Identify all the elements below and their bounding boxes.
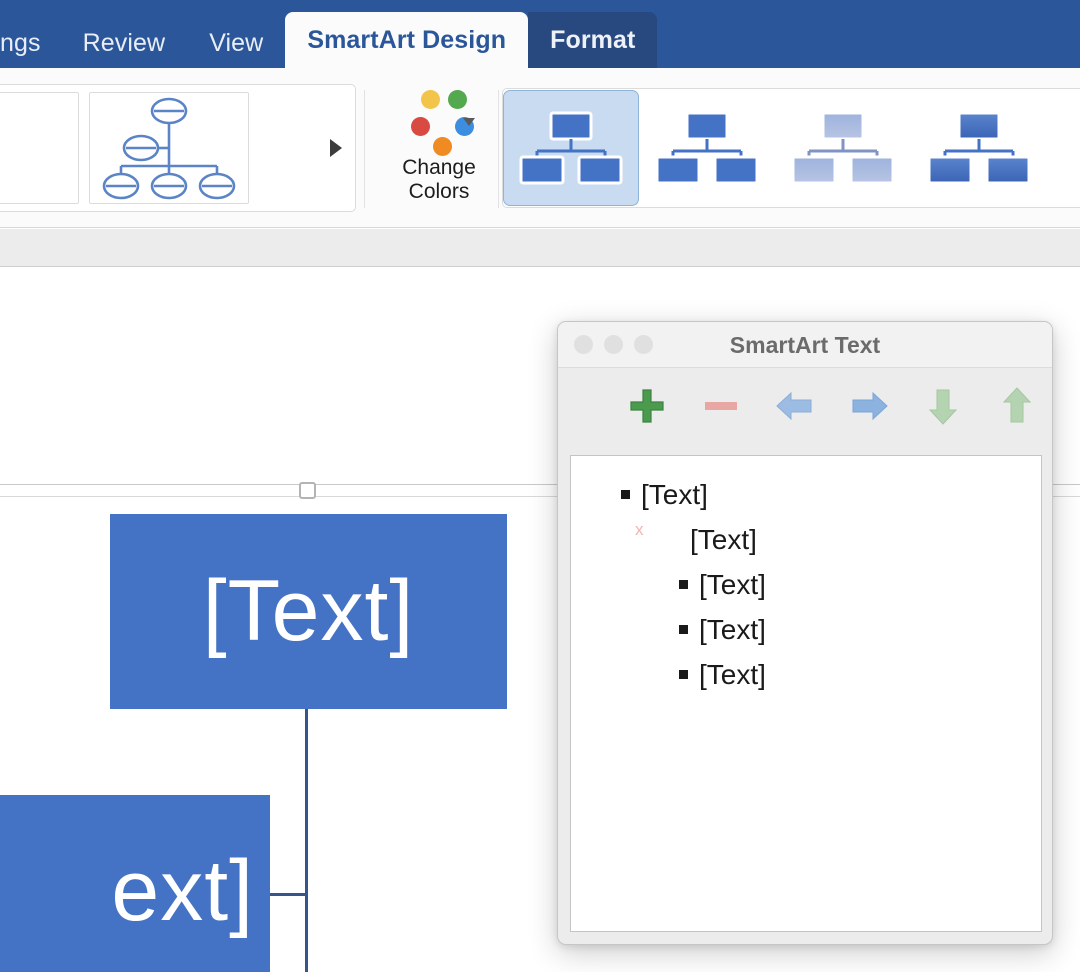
smartart-node-child-label: ext] (111, 843, 254, 939)
layouts-gallery-more-icon[interactable] (325, 137, 347, 159)
panel-toolbar (558, 368, 1052, 444)
hierarchy-layout-icon (0, 98, 74, 198)
layout-thumb-circle-org-chart[interactable] (89, 92, 249, 204)
close-button[interactable] (574, 335, 593, 354)
change-colors-label-line2: Colors (408, 179, 470, 203)
arrow-up-icon (1002, 387, 1032, 423)
arrow-left-icon (776, 391, 812, 421)
caret-down-icon[interactable] (463, 118, 475, 126)
smartart-connector-horizontal (268, 893, 308, 896)
change-colors-button[interactable]: Change Colors (380, 86, 498, 212)
tab-smartart-design[interactable]: SmartArt Design (285, 12, 529, 68)
smartart-connector-vertical (305, 709, 308, 972)
arrow-down-icon (928, 389, 958, 425)
smartart-style-thumb-icon (655, 111, 759, 185)
bullet-icon (621, 490, 630, 499)
smartart-node-child[interactable]: ext] (0, 795, 270, 972)
list-item[interactable]: [Text] (571, 607, 1041, 652)
tab-view[interactable]: View (187, 18, 285, 68)
bullet-icon (679, 670, 688, 679)
list-item-label: [Text] (641, 478, 708, 510)
minimize-button[interactable] (604, 335, 623, 354)
list-item[interactable]: x [Text] (571, 517, 1041, 562)
change-colors-label-line1: Change (402, 156, 476, 179)
smartart-style-4[interactable] (911, 90, 1047, 206)
arrow-right-icon (852, 391, 888, 421)
ribbon-body: Change Colors (0, 68, 1080, 228)
resize-handle-top-center[interactable] (299, 482, 316, 499)
ribbon-separator-1 (364, 90, 365, 208)
zoom-button[interactable] (634, 335, 653, 354)
minus-icon (705, 402, 737, 410)
bullet-icon (679, 580, 688, 589)
smartart-style-thumb-icon (791, 111, 895, 185)
ribbon-separator-2 (498, 90, 499, 208)
smartart-style-thumb-icon (927, 111, 1031, 185)
plus-icon (630, 389, 664, 423)
smartart-text-panel[interactable]: SmartArt Text [Text] x [Text] [Text] [Te… (557, 321, 1053, 945)
smartart-style-2[interactable] (639, 90, 775, 206)
change-colors-label: Change Colors (402, 156, 476, 203)
error-x-icon: x (635, 520, 644, 539)
smartart-style-thumb-icon (519, 111, 623, 185)
list-item-label: [Text] (699, 658, 766, 690)
smartart-style-3[interactable] (775, 90, 911, 206)
list-item[interactable]: [Text] (571, 652, 1041, 697)
list-item-label: [Text] (699, 568, 766, 600)
bullet-icon (679, 625, 688, 634)
powerpoint-smartart-window: ngs Review View SmartArt Design Format C… (0, 0, 1080, 972)
move-up-button[interactable] (994, 383, 1040, 429)
tab-settings-partial[interactable]: ngs (0, 18, 61, 68)
smartart-text-list[interactable]: [Text] x [Text] [Text] [Text] [Text] (570, 455, 1042, 932)
move-down-button[interactable] (920, 383, 966, 429)
promote-add-bullet-button[interactable] (624, 383, 670, 429)
layout-thumb-hierarchy-partial[interactable] (0, 92, 79, 204)
window-controls (574, 335, 653, 354)
triangle-right-icon (330, 139, 342, 157)
smartart-node-top[interactable]: [Text] (110, 514, 507, 709)
smartart-style-1[interactable] (503, 90, 639, 206)
promote-button[interactable] (772, 383, 818, 429)
circle-org-chart-icon (102, 97, 236, 200)
tab-format[interactable]: Format (528, 12, 658, 68)
toolbar-strip (0, 229, 1080, 267)
list-item-label: [Text] (690, 523, 757, 555)
list-item[interactable]: [Text] (571, 562, 1041, 607)
demote-button[interactable] (846, 383, 892, 429)
smartart-styles-gallery[interactable] (502, 88, 1080, 208)
tab-review[interactable]: Review (61, 18, 188, 68)
panel-title-bar[interactable]: SmartArt Text (558, 322, 1052, 368)
list-item-label: [Text] (699, 613, 766, 645)
ribbon-tab-bar: ngs Review View SmartArt Design Format (0, 0, 1080, 68)
demote-remove-bullet-button[interactable] (698, 383, 744, 429)
smartart-layouts-gallery[interactable] (0, 84, 356, 212)
ribbon-tabs: ngs Review View SmartArt Design Format (0, 10, 658, 68)
list-item[interactable]: [Text] (571, 472, 1041, 517)
smartart-node-top-label: [Text] (202, 563, 415, 659)
